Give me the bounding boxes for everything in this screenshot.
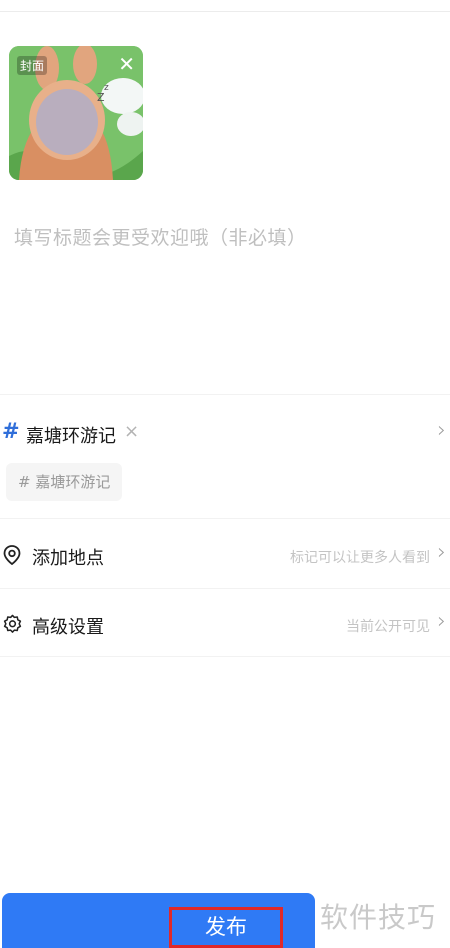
topic-label: 嘉塘环游记 [26,426,116,447]
hashtag-icon: # [2,419,20,443]
chevron-right-icon: › [437,540,446,565]
top-divider [0,11,450,12]
chevron-right-icon: › [437,418,446,443]
topic-chip[interactable]: # 嘉塘环游记 [6,463,123,501]
divider [0,588,450,589]
add-location-row[interactable]: 添加地点 标记可以让更多人看到 › [0,535,450,575]
divider [0,394,450,395]
gear-icon [3,614,22,637]
add-location-label: 添加地点 [32,548,104,569]
remove-topic-icon[interactable]: × [124,421,139,442]
chevron-right-icon: › [437,609,446,634]
visibility-hint: 当前公开可见 [346,619,430,635]
image-thumbnail[interactable]: Z z 封面 ✕ [9,46,143,180]
close-icon[interactable]: ✕ [118,54,135,74]
advanced-settings-row[interactable]: 高级设置 当前公开可见 › [0,604,450,644]
svg-text:z: z [104,83,109,93]
topic-row[interactable]: # 嘉塘环游记 × › [0,412,450,452]
cover-tag: 封面 [17,56,48,75]
publish-button-label[interactable]: 发布 [169,907,283,948]
divider [0,656,450,657]
location-hint: 标记可以让更多人看到 [290,550,430,566]
watermark: 软件技巧 [320,901,437,934]
location-pin-icon [3,545,21,569]
title-input[interactable] [12,222,436,254]
advanced-settings-label: 高级设置 [32,617,104,638]
divider [0,518,450,519]
